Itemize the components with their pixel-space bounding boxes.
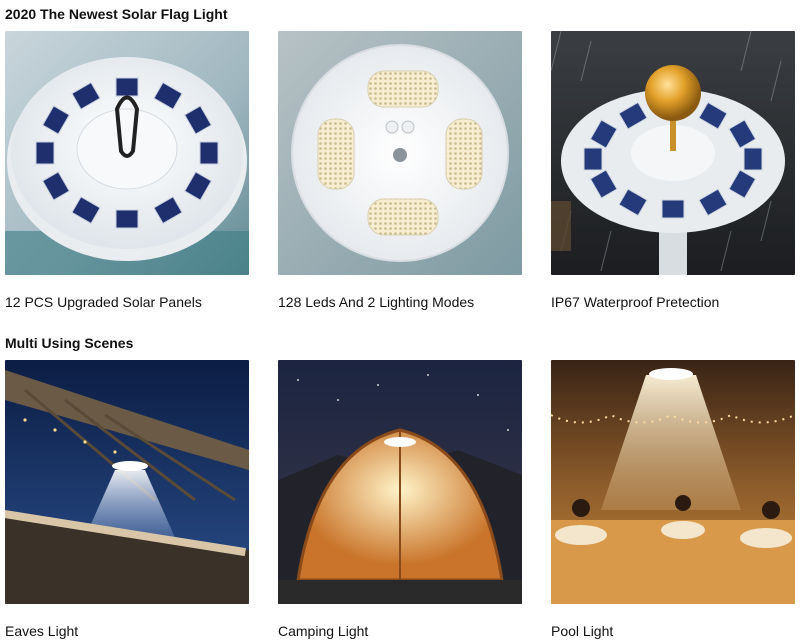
solar-panel-product-image[interactable] (5, 31, 249, 275)
solar-cell (115, 209, 139, 229)
waterproof-product-image[interactable] (551, 31, 795, 275)
solar-cell (661, 199, 685, 219)
caption-eaves: Eaves Light (5, 623, 79, 639)
led-product-image[interactable] (278, 31, 522, 275)
solar-cell (35, 141, 55, 165)
eaves-scene-image[interactable] (5, 360, 249, 604)
section-title-scenes: Multi Using Scenes (5, 335, 134, 351)
camping-illustration (278, 360, 522, 604)
rain-illustration (551, 31, 795, 275)
led-illustration (278, 31, 522, 275)
section-title-features: 2020 The Newest Solar Flag Light (5, 6, 228, 22)
caption-leds: 128 Leds And 2 Lighting Modes (278, 294, 475, 310)
caption-solar-panels: 12 PCS Upgraded Solar Panels (5, 294, 202, 310)
solar-cell (199, 141, 219, 165)
camping-scene-image[interactable] (278, 360, 522, 604)
eaves-illustration (5, 360, 249, 604)
solar-panel-illustration (5, 31, 249, 275)
solar-cell (583, 147, 603, 171)
solar-cell (743, 147, 763, 171)
caption-waterproof: IP67 Waterproof Pretection (551, 294, 720, 310)
caption-pool: Pool Light (551, 623, 614, 639)
caption-camping: Camping Light (278, 623, 369, 639)
pool-illustration (551, 360, 795, 604)
solar-cell (115, 77, 139, 97)
pool-scene-image[interactable] (551, 360, 795, 604)
